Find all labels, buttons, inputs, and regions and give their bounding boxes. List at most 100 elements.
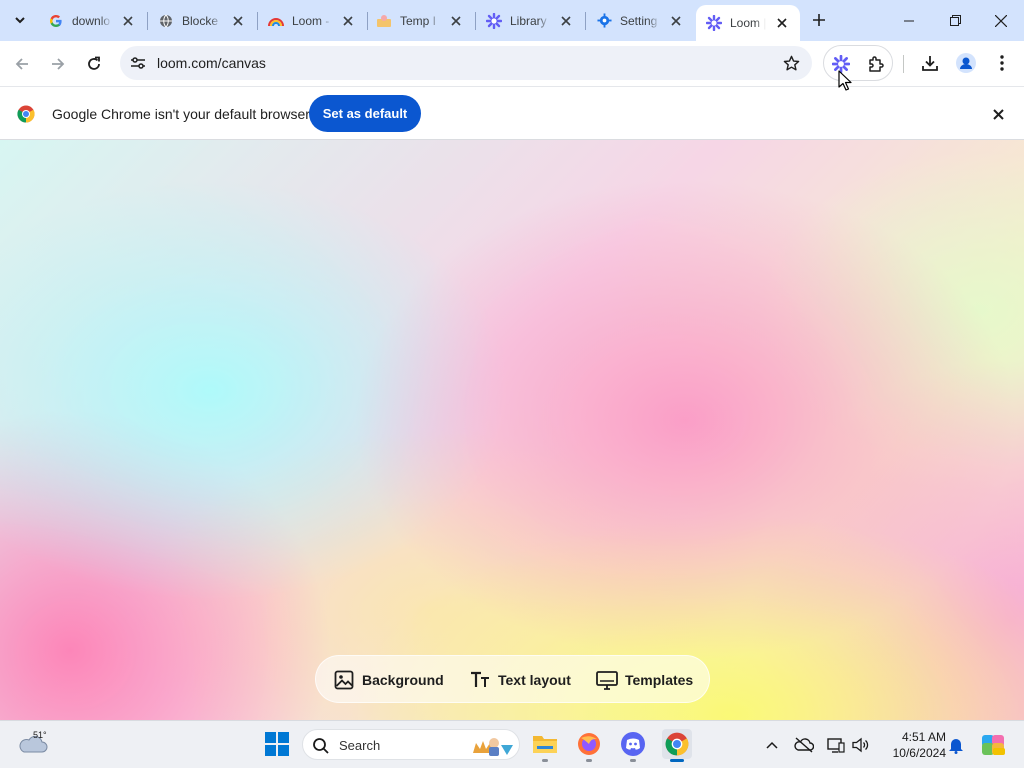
chevron-down-icon xyxy=(15,17,25,24)
file-explorer-button[interactable] xyxy=(530,729,560,762)
infobar-message: Google Chrome isn't your default browser xyxy=(52,106,310,122)
default-browser-infobar: Google Chrome isn't your default browser… xyxy=(0,86,1024,140)
templates-button[interactable]: Templates xyxy=(596,668,693,692)
download-icon xyxy=(922,56,938,71)
tab-settings[interactable]: Setting xyxy=(586,6,694,35)
firefox-icon xyxy=(578,733,600,755)
tab-temp-mail[interactable]: Temp I xyxy=(366,6,474,35)
text-layout-button[interactable]: Text layout xyxy=(469,668,571,692)
arrow-left-icon xyxy=(15,58,28,70)
set-as-default-button[interactable]: Set as default xyxy=(309,95,421,132)
tab-title: Loom | xyxy=(730,16,766,30)
text-icon xyxy=(469,669,491,691)
show-hidden-icons-button[interactable] xyxy=(762,735,782,755)
discord-icon xyxy=(621,732,645,756)
templates-label: Templates xyxy=(625,672,694,688)
loom-icon xyxy=(706,15,722,31)
loom-canvas-background[interactable]: Background Text layout Templates xyxy=(0,140,1024,720)
extensions-button[interactable] xyxy=(866,54,886,74)
tab-strip: downlo Blocke Loom - Temp I Library Sett… xyxy=(0,0,1024,41)
tab-downloads[interactable]: downlo xyxy=(38,6,146,35)
copilot-button[interactable] xyxy=(980,732,1006,758)
discord-button[interactable] xyxy=(618,729,648,762)
close-icon xyxy=(995,14,1007,27)
monitor-icon xyxy=(596,669,618,691)
cloud-offline-icon xyxy=(794,737,814,753)
background-button[interactable]: Background xyxy=(333,668,444,692)
taskbar-search[interactable]: Search xyxy=(302,729,520,760)
network-icon xyxy=(827,738,845,753)
site-info-icon[interactable] xyxy=(128,53,148,73)
copilot-icon xyxy=(982,735,1005,755)
speaker-icon xyxy=(852,737,869,753)
chrome-menu-button[interactable] xyxy=(991,52,1013,74)
back-button[interactable] xyxy=(9,51,35,77)
extensions-area xyxy=(823,45,893,81)
tab-loom-canvas[interactable]: Loom | xyxy=(696,5,800,41)
start-button[interactable] xyxy=(262,729,292,759)
reload-icon xyxy=(88,56,100,70)
close-tab-icon[interactable] xyxy=(340,13,356,29)
forward-button[interactable] xyxy=(45,51,71,77)
network-button[interactable] xyxy=(826,735,846,755)
new-tab-button[interactable] xyxy=(807,8,831,32)
loom-icon xyxy=(486,12,502,29)
url-text[interactable]: loom.com/canvas xyxy=(157,55,266,71)
rainbow-icon xyxy=(268,13,284,29)
running-indicator xyxy=(630,759,636,762)
image-icon xyxy=(333,669,355,691)
notifications-button[interactable] xyxy=(946,735,966,755)
volume-button[interactable] xyxy=(851,735,871,755)
close-tab-icon[interactable] xyxy=(774,15,790,31)
infobar-close-button[interactable] xyxy=(989,105,1007,123)
weather-temperature: 51° xyxy=(33,730,47,740)
restore-icon xyxy=(949,15,961,26)
tab-library[interactable]: Library xyxy=(476,6,584,35)
downloads-button[interactable] xyxy=(919,52,941,74)
tab-title: Setting xyxy=(620,13,658,28)
puzzle-icon xyxy=(869,56,884,72)
close-tab-icon[interactable] xyxy=(558,13,574,29)
tab-loom-rainbow[interactable]: Loom - xyxy=(258,6,366,35)
taskbar-clock[interactable]: 4:51 AM 10/6/2024 xyxy=(880,729,946,761)
firefox-button[interactable] xyxy=(574,729,604,762)
reload-button[interactable] xyxy=(81,51,107,77)
chrome-icon xyxy=(665,732,689,756)
bookmark-star-icon[interactable] xyxy=(782,54,800,72)
minimize-button[interactable] xyxy=(886,0,932,41)
bell-icon xyxy=(949,739,963,754)
minimize-icon xyxy=(904,20,914,21)
canvas-action-bar: Background Text layout Templates xyxy=(315,655,710,703)
tab-title: Temp I xyxy=(400,13,437,28)
google-icon xyxy=(48,13,64,29)
chrome-taskbar-button[interactable] xyxy=(662,729,692,762)
search-highlights-icon xyxy=(473,738,513,756)
tab-title: downlo xyxy=(72,13,111,28)
more-vertical-icon xyxy=(1000,55,1004,71)
chrome-logo-icon xyxy=(17,105,35,123)
plus-icon xyxy=(813,14,825,26)
tab-title: Library xyxy=(510,13,547,28)
restore-button[interactable] xyxy=(932,0,978,41)
tab-title: Blocke xyxy=(182,13,219,28)
mouse-cursor-icon xyxy=(838,70,852,91)
close-tab-icon[interactable] xyxy=(120,13,136,29)
search-placeholder: Search xyxy=(339,738,381,753)
address-bar[interactable]: loom.com/canvas xyxy=(120,46,812,80)
close-tab-icon[interactable] xyxy=(668,13,684,29)
profile-button[interactable] xyxy=(955,52,977,74)
search-icon xyxy=(313,738,329,754)
close-window-button[interactable] xyxy=(978,0,1024,41)
close-tab-icon[interactable] xyxy=(230,13,246,29)
globe-icon xyxy=(158,13,174,29)
tab-title: Loom - xyxy=(292,13,330,28)
tab-blocked[interactable]: Blocke xyxy=(148,6,256,35)
close-tab-icon[interactable] xyxy=(448,13,464,29)
onedrive-button[interactable] xyxy=(794,735,814,755)
tab-search-button[interactable] xyxy=(8,8,32,32)
running-indicator xyxy=(670,759,684,762)
clock-date: 10/6/2024 xyxy=(892,746,946,760)
windows-start-icon xyxy=(265,732,289,756)
close-icon xyxy=(992,108,1004,120)
settings-gear-icon xyxy=(596,13,612,29)
